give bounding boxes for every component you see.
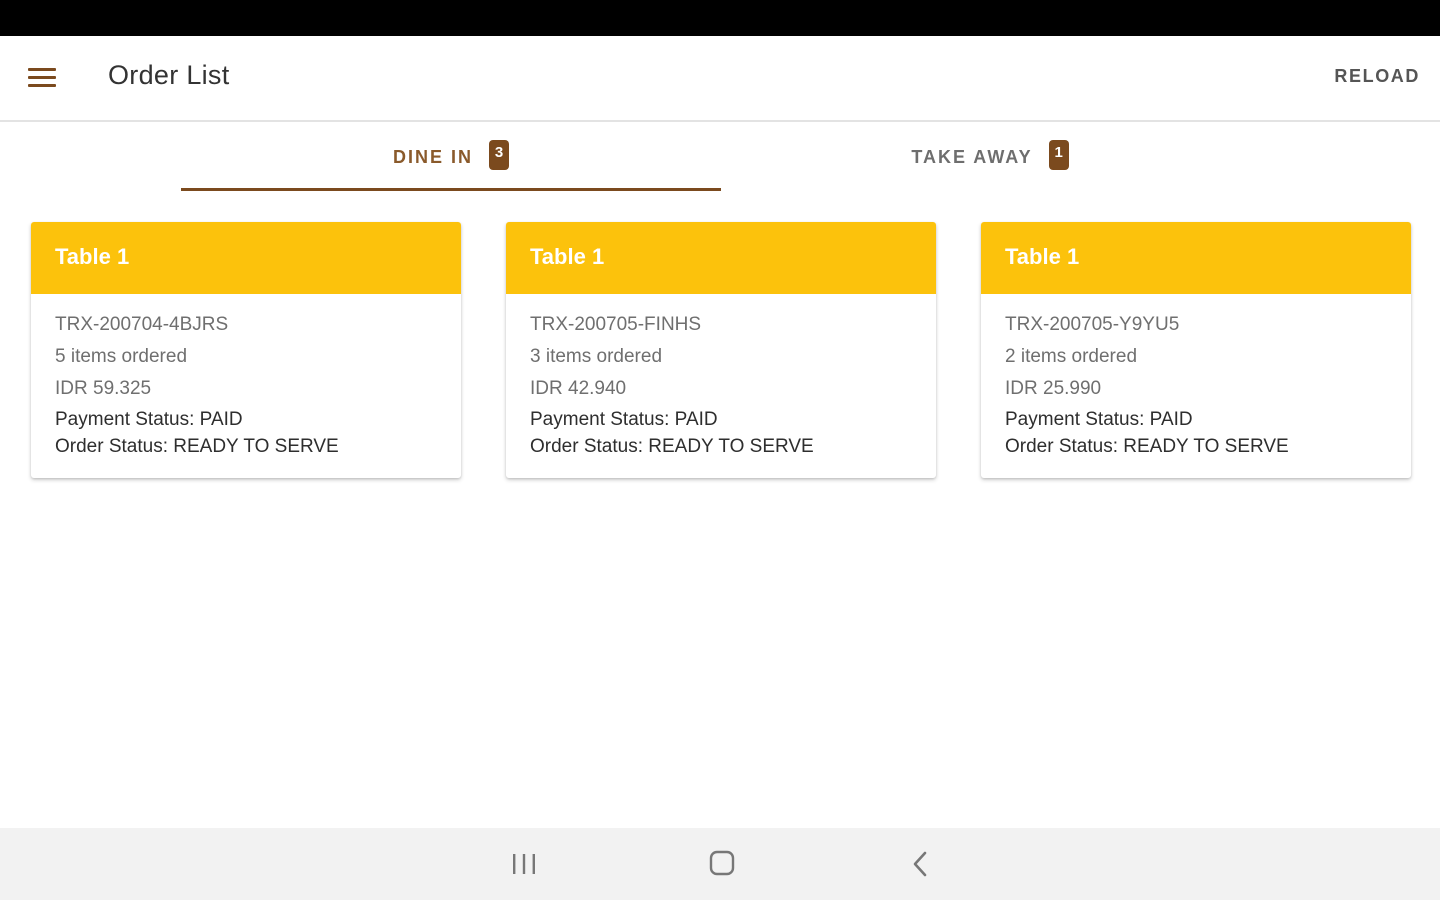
table-name: Table 1 [55,244,130,269]
home-icon[interactable] [702,848,742,880]
status-bar [0,0,1440,36]
order-card[interactable]: Table 1 TRX-200704-4BJRS 5 items ordered… [31,222,461,478]
reload-button[interactable]: RELOAD [1334,66,1420,87]
menu-icon[interactable] [28,68,56,88]
order-card-header: Table 1 [506,222,936,294]
tab-dine-in[interactable]: DINE IN 3 [181,124,721,190]
items-ordered: 3 items ordered [530,346,663,367]
tab-dine-in-count-badge: 3 [489,140,509,170]
recents-icon[interactable] [504,848,544,880]
system-navigation-bar [0,828,1440,900]
items-ordered: 5 items ordered [55,346,188,367]
tab-take-away[interactable]: TAKE AWAY 1 [720,124,1260,190]
order-card-header: Table 1 [31,222,461,294]
order-total: IDR 42.940 [530,378,627,399]
order-card[interactable]: Table 1 TRX-200705-Y9YU5 2 items ordered… [981,222,1411,478]
table-name: Table 1 [530,244,605,269]
order-type-tabs: DINE IN 3 TAKE AWAY 1 [0,124,1440,194]
tab-take-away-count-badge: 1 [1048,140,1069,170]
payment-status: Payment Status: PAID [530,409,718,430]
order-card[interactable]: Table 1 TRX-200705-FINHS 3 items ordered… [506,222,936,478]
order-status: Order Status: READY TO SERVE [1005,436,1289,457]
transaction-id: TRX-200705-FINHS [530,314,702,335]
tab-dine-in-label: DINE IN [392,146,473,167]
app-bar: Order List RELOAD [0,36,1440,122]
transaction-id: TRX-200705-Y9YU5 [1005,314,1180,335]
page-title: Order List [108,60,230,90]
tab-take-away-label: TAKE AWAY [911,146,1033,167]
tab-selected-indicator [181,188,721,191]
order-status: Order Status: READY TO SERVE [530,436,814,457]
payment-status: Payment Status: PAID [55,409,243,430]
order-card-header: Table 1 [981,222,1411,294]
transaction-id: TRX-200704-4BJRS [55,314,229,335]
order-status: Order Status: READY TO SERVE [55,436,339,457]
items-ordered: 2 items ordered [1005,346,1138,367]
table-name: Table 1 [1005,244,1080,269]
payment-status: Payment Status: PAID [1005,409,1193,430]
order-total: IDR 25.990 [1005,378,1102,399]
back-icon[interactable] [900,848,940,880]
order-total: IDR 59.325 [55,378,152,399]
